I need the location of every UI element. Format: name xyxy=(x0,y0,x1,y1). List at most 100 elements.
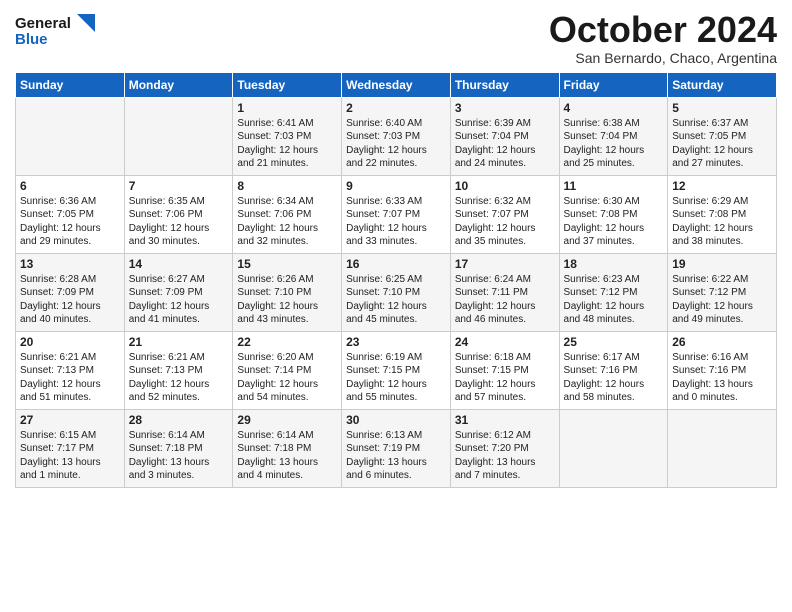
day-number: 26 xyxy=(672,335,772,349)
day-header-tuesday: Tuesday xyxy=(233,72,342,97)
calendar-table: SundayMondayTuesdayWednesdayThursdayFrid… xyxy=(15,72,777,488)
day-info: Sunrise: 6:28 AM Sunset: 7:09 PM Dayligh… xyxy=(20,273,120,327)
day-cell: 8 Sunrise: 6:34 AM Sunset: 7:06 PM Daylig… xyxy=(233,175,342,253)
day-cell: 7 Sunrise: 6:35 AM Sunset: 7:06 PM Daylig… xyxy=(124,175,233,253)
day-number: 30 xyxy=(346,413,446,427)
day-cell: 5 Sunrise: 6:37 AM Sunset: 7:05 PM Daylig… xyxy=(668,97,777,175)
day-cell: 28 Sunrise: 6:14 AM Sunset: 7:18 PM Dayli… xyxy=(124,409,233,487)
day-cell: 9 Sunrise: 6:33 AM Sunset: 7:07 PM Daylig… xyxy=(342,175,451,253)
week-row-2: 6Sunrise: 6:36 AM Sunset: 7:05 PM Daylig… xyxy=(16,175,777,253)
day-cell: 12 Sunrise: 6:29 AM Sunset: 7:08 PM Dayli… xyxy=(668,175,777,253)
day-cell xyxy=(124,97,233,175)
day-cell: 30 Sunrise: 6:13 AM Sunset: 7:19 PM Dayli… xyxy=(342,409,451,487)
day-info: Sunrise: 6:20 AM Sunset: 7:14 PM Dayligh… xyxy=(237,351,337,405)
day-number: 5 xyxy=(672,101,772,115)
day-info: Sunrise: 6:39 AM Sunset: 7:04 PM Dayligh… xyxy=(455,117,555,171)
day-number: 22 xyxy=(237,335,337,349)
header: General Blue October 2024 San Bernardo, … xyxy=(15,10,777,66)
day-cell xyxy=(668,409,777,487)
day-cell: 14 Sunrise: 6:27 AM Sunset: 7:09 PM Dayli… xyxy=(124,253,233,331)
day-header-wednesday: Wednesday xyxy=(342,72,451,97)
day-number: 21 xyxy=(129,335,229,349)
day-number: 10 xyxy=(455,179,555,193)
day-cell: 15 Sunrise: 6:26 AM Sunset: 7:10 PM Dayli… xyxy=(233,253,342,331)
day-number: 19 xyxy=(672,257,772,271)
day-number: 14 xyxy=(129,257,229,271)
day-cell: 16Sunrise: 6:25 AM Sunset: 7:10 PM Dayli… xyxy=(342,253,451,331)
day-info: Sunrise: 6:15 AM Sunset: 7:17 PM Dayligh… xyxy=(20,429,120,483)
page: General Blue October 2024 San Bernardo, … xyxy=(0,0,792,612)
day-number: 11 xyxy=(564,179,664,193)
svg-text:General: General xyxy=(15,15,71,32)
day-info: Sunrise: 6:21 AM Sunset: 7:13 PM Dayligh… xyxy=(20,351,120,405)
location: San Bernardo, Chaco, Argentina xyxy=(549,50,777,66)
day-cell xyxy=(16,97,125,175)
day-info: Sunrise: 6:33 AM Sunset: 7:07 PM Dayligh… xyxy=(346,195,446,249)
day-info: Sunrise: 6:37 AM Sunset: 7:05 PM Dayligh… xyxy=(672,117,772,171)
day-info: Sunrise: 6:34 AM Sunset: 7:06 PM Dayligh… xyxy=(237,195,337,249)
day-info: Sunrise: 6:14 AM Sunset: 7:18 PM Dayligh… xyxy=(129,429,229,483)
day-info: Sunrise: 6:14 AM Sunset: 7:18 PM Dayligh… xyxy=(237,429,337,483)
day-cell: 25Sunrise: 6:17 AM Sunset: 7:16 PM Dayli… xyxy=(559,331,668,409)
day-number: 4 xyxy=(564,101,664,115)
day-header-thursday: Thursday xyxy=(450,72,559,97)
day-number: 20 xyxy=(20,335,120,349)
day-number: 9 xyxy=(346,179,446,193)
day-cell: 19 Sunrise: 6:22 AM Sunset: 7:12 PM Dayli… xyxy=(668,253,777,331)
day-cell: 1Sunrise: 6:41 AM Sunset: 7:03 PM Daylig… xyxy=(233,97,342,175)
week-row-1: 1Sunrise: 6:41 AM Sunset: 7:03 PM Daylig… xyxy=(16,97,777,175)
day-info: Sunrise: 6:23 AM Sunset: 7:12 PM Dayligh… xyxy=(564,273,664,327)
day-number: 2 xyxy=(346,101,446,115)
day-number: 15 xyxy=(237,257,337,271)
logo: General Blue xyxy=(15,10,105,52)
day-cell: 18 Sunrise: 6:23 AM Sunset: 7:12 PM Dayli… xyxy=(559,253,668,331)
day-header-friday: Friday xyxy=(559,72,668,97)
day-info: Sunrise: 6:13 AM Sunset: 7:19 PM Dayligh… xyxy=(346,429,446,483)
month-title: October 2024 xyxy=(549,10,777,50)
day-number: 18 xyxy=(564,257,664,271)
day-number: 3 xyxy=(455,101,555,115)
day-cell: 26 Sunrise: 6:16 AM Sunset: 7:16 PM Dayli… xyxy=(668,331,777,409)
day-info: Sunrise: 6:19 AM Sunset: 7:15 PM Dayligh… xyxy=(346,351,446,405)
day-info: Sunrise: 6:16 AM Sunset: 7:16 PM Dayligh… xyxy=(672,351,772,405)
week-row-3: 13 Sunrise: 6:28 AM Sunset: 7:09 PM Dayli… xyxy=(16,253,777,331)
day-info: Sunrise: 6:29 AM Sunset: 7:08 PM Dayligh… xyxy=(672,195,772,249)
day-number: 8 xyxy=(237,179,337,193)
title-block: October 2024 San Bernardo, Chaco, Argent… xyxy=(549,10,777,66)
day-number: 6 xyxy=(20,179,120,193)
day-info: Sunrise: 6:18 AM Sunset: 7:15 PM Dayligh… xyxy=(455,351,555,405)
day-cell: 2Sunrise: 6:40 AM Sunset: 7:03 PM Daylig… xyxy=(342,97,451,175)
header-row: SundayMondayTuesdayWednesdayThursdayFrid… xyxy=(16,72,777,97)
day-info: Sunrise: 6:21 AM Sunset: 7:13 PM Dayligh… xyxy=(129,351,229,405)
day-info: Sunrise: 6:22 AM Sunset: 7:12 PM Dayligh… xyxy=(672,273,772,327)
day-info: Sunrise: 6:41 AM Sunset: 7:03 PM Dayligh… xyxy=(237,117,337,171)
day-info: Sunrise: 6:32 AM Sunset: 7:07 PM Dayligh… xyxy=(455,195,555,249)
day-number: 12 xyxy=(672,179,772,193)
day-cell: 17Sunrise: 6:24 AM Sunset: 7:11 PM Dayli… xyxy=(450,253,559,331)
day-number: 31 xyxy=(455,413,555,427)
day-header-sunday: Sunday xyxy=(16,72,125,97)
day-info: Sunrise: 6:35 AM Sunset: 7:06 PM Dayligh… xyxy=(129,195,229,249)
day-info: Sunrise: 6:38 AM Sunset: 7:04 PM Dayligh… xyxy=(564,117,664,171)
day-number: 29 xyxy=(237,413,337,427)
day-number: 7 xyxy=(129,179,229,193)
day-info: Sunrise: 6:30 AM Sunset: 7:08 PM Dayligh… xyxy=(564,195,664,249)
day-cell: 6Sunrise: 6:36 AM Sunset: 7:05 PM Daylig… xyxy=(16,175,125,253)
day-info: Sunrise: 6:26 AM Sunset: 7:10 PM Dayligh… xyxy=(237,273,337,327)
day-number: 28 xyxy=(129,413,229,427)
day-cell: 11 Sunrise: 6:30 AM Sunset: 7:08 PM Dayli… xyxy=(559,175,668,253)
day-number: 27 xyxy=(20,413,120,427)
day-cell: 21 Sunrise: 6:21 AM Sunset: 7:13 PM Dayli… xyxy=(124,331,233,409)
day-info: Sunrise: 6:27 AM Sunset: 7:09 PM Dayligh… xyxy=(129,273,229,327)
logo-svg: General Blue xyxy=(15,10,105,52)
day-number: 23 xyxy=(346,335,446,349)
day-header-saturday: Saturday xyxy=(668,72,777,97)
day-cell: 13 Sunrise: 6:28 AM Sunset: 7:09 PM Dayli… xyxy=(16,253,125,331)
day-info: Sunrise: 6:12 AM Sunset: 7:20 PM Dayligh… xyxy=(455,429,555,483)
day-header-monday: Monday xyxy=(124,72,233,97)
day-cell: 4 Sunrise: 6:38 AM Sunset: 7:04 PM Daylig… xyxy=(559,97,668,175)
day-cell: 22 Sunrise: 6:20 AM Sunset: 7:14 PM Dayli… xyxy=(233,331,342,409)
day-number: 13 xyxy=(20,257,120,271)
week-row-5: 27 Sunrise: 6:15 AM Sunset: 7:17 PM Dayli… xyxy=(16,409,777,487)
day-cell: 3 Sunrise: 6:39 AM Sunset: 7:04 PM Daylig… xyxy=(450,97,559,175)
